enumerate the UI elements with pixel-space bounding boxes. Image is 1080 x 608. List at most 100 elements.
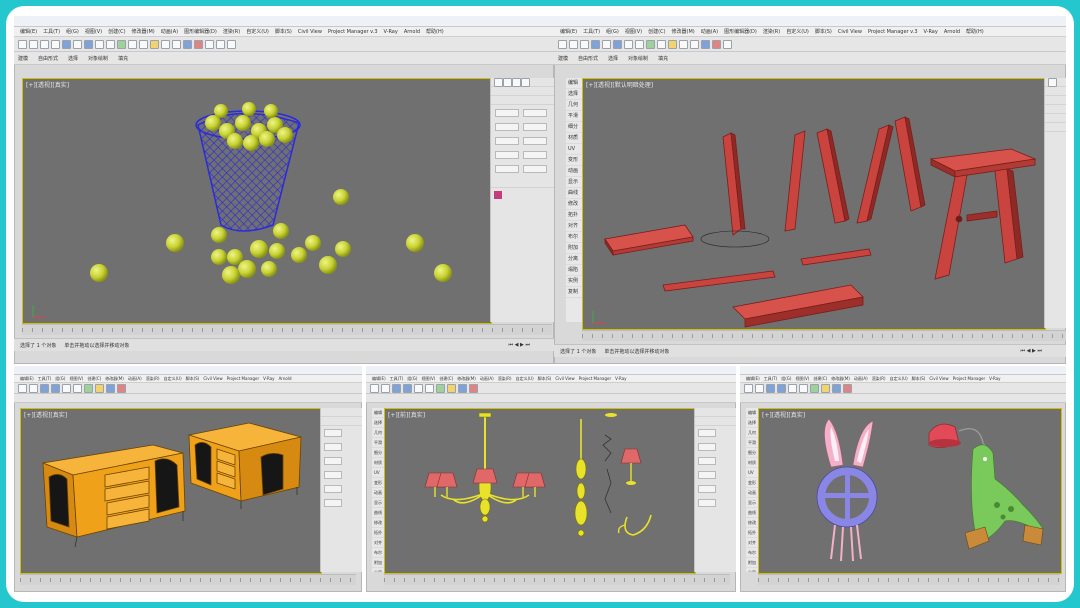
menu-item[interactable]: 帮助(H) — [426, 28, 444, 35]
menu-item[interactable]: 组(G) — [407, 376, 417, 382]
material-editor-icon[interactable] — [106, 383, 115, 393]
menu-item[interactable]: 动画(A) — [161, 28, 178, 35]
redo-icon[interactable] — [381, 383, 390, 393]
menu-item[interactable]: 动画(A) — [854, 376, 868, 382]
left-panel-item[interactable]: 附加 — [746, 558, 758, 568]
align-icon[interactable] — [679, 39, 688, 49]
ribbon-tab[interactable]: 填充 — [658, 55, 668, 62]
scale-icon[interactable] — [799, 383, 808, 393]
left-panel-item[interactable]: 对齐 — [372, 538, 384, 548]
menu-item[interactable]: 编辑(E) — [746, 376, 760, 382]
left-panel-item[interactable]: 动画 — [372, 488, 384, 498]
panel-button[interactable] — [495, 137, 519, 145]
left-panel-item[interactable]: 选择 — [372, 418, 384, 428]
viewport-perspective[interactable]: [+][透视][真实] — [758, 408, 1062, 574]
render-icon[interactable] — [723, 39, 732, 49]
snap-icon[interactable] — [646, 39, 655, 49]
left-panel-item[interactable]: 变形 — [566, 155, 582, 166]
scale-icon[interactable] — [425, 383, 434, 393]
menu-item[interactable]: 脚本(S) — [186, 376, 200, 382]
menu-item[interactable]: 编辑(E) — [20, 376, 34, 382]
menu-item[interactable]: 编辑(E) — [20, 28, 37, 35]
left-panel-item[interactable]: 拓扑 — [372, 528, 384, 538]
menu-item[interactable]: 工具(T) — [43, 28, 60, 35]
menu-item[interactable]: 动画(A) — [480, 376, 494, 382]
create-tab-icon[interactable] — [494, 78, 503, 87]
left-panel-item[interactable]: 曲线 — [746, 508, 758, 518]
panel-button[interactable] — [523, 165, 547, 173]
menu-item[interactable]: 渲染(R) — [498, 376, 512, 382]
left-panel-item[interactable]: 分离 — [372, 568, 384, 572]
ribbon-tab[interactable]: 自由形式 — [38, 55, 58, 62]
left-panel-item[interactable]: 修改 — [746, 518, 758, 528]
select-icon[interactable] — [591, 39, 600, 49]
panel-button[interactable] — [495, 165, 519, 173]
left-panel-item[interactable]: 实例 — [566, 276, 582, 287]
viewport-label[interactable]: [+][透视][真实] — [762, 410, 805, 419]
snap-icon[interactable] — [117, 39, 126, 49]
left-panel-item[interactable]: 编辑 — [372, 408, 384, 418]
select-icon[interactable] — [766, 383, 775, 393]
mirror-icon[interactable] — [668, 39, 677, 49]
menu-item[interactable]: 自定义(U) — [890, 376, 908, 382]
menu-item[interactable]: Civil View — [203, 376, 222, 381]
ribbon-tab[interactable]: 选择 — [608, 55, 618, 62]
left-panel-item[interactable]: 修改 — [372, 518, 384, 528]
motion-tab-icon[interactable] — [521, 78, 530, 87]
panel-button[interactable] — [698, 499, 716, 507]
left-panel-item[interactable]: 细分 — [372, 448, 384, 458]
time-slider[interactable] — [582, 330, 1066, 341]
menu-item[interactable]: 创建(C) — [108, 28, 125, 35]
menu-item[interactable]: 视图(V) — [795, 376, 809, 382]
left-panel-item[interactable]: 拓扑 — [746, 528, 758, 538]
link-icon[interactable] — [580, 39, 589, 49]
panel-button[interactable] — [523, 123, 547, 131]
snap-icon[interactable] — [810, 383, 819, 393]
render-icon[interactable] — [117, 383, 126, 393]
select-icon[interactable] — [392, 383, 401, 393]
left-panel-item[interactable]: 复制 — [566, 287, 582, 298]
render-frame-icon[interactable] — [205, 39, 214, 49]
panel-button[interactable] — [324, 471, 342, 479]
menu-item[interactable]: 修改器(M) — [831, 376, 850, 382]
menu-item[interactable]: Arnold — [279, 376, 292, 381]
menu-item[interactable]: 自定义(U) — [246, 28, 269, 35]
move-icon[interactable] — [613, 39, 622, 49]
menu-item[interactable]: 修改器(M) — [132, 28, 155, 35]
mirror-icon[interactable] — [150, 39, 159, 49]
render-icon[interactable] — [843, 383, 852, 393]
render-setup-icon[interactable] — [712, 39, 721, 49]
left-panel-item[interactable]: 编辑 — [746, 408, 758, 418]
material-editor-icon[interactable] — [458, 383, 467, 393]
ribbon-tab[interactable]: 选择 — [68, 55, 78, 62]
left-panel-item[interactable]: 布尔 — [746, 548, 758, 558]
menu-item[interactable]: 动画(A) — [701, 28, 718, 35]
left-panel-item[interactable]: 动画 — [746, 488, 758, 498]
move-icon[interactable] — [51, 383, 60, 393]
menu-item[interactable]: 渲染(R) — [223, 28, 240, 35]
undo-icon[interactable] — [370, 383, 379, 393]
time-slider[interactable] — [20, 574, 356, 585]
left-panel-item[interactable]: 显示 — [566, 177, 582, 188]
left-panel-item[interactable]: 修改 — [566, 199, 582, 210]
menu-item[interactable]: 工具(T) — [764, 376, 778, 382]
left-panel-item[interactable]: 布尔 — [566, 232, 582, 243]
menu-item[interactable]: Arnold — [404, 29, 420, 35]
undo-icon[interactable] — [744, 383, 753, 393]
menu-item[interactable]: 图形编辑器(D) — [724, 28, 757, 35]
menu-item[interactable]: Arnold — [944, 29, 960, 35]
panel-button[interactable] — [523, 151, 547, 159]
left-panel-item[interactable]: 细分 — [566, 122, 582, 133]
layer-icon[interactable] — [690, 39, 699, 49]
time-slider[interactable] — [384, 574, 730, 585]
left-panel-item[interactable]: 选择 — [746, 418, 758, 428]
menu-item[interactable]: 组(G) — [781, 376, 791, 382]
viewport-perspective[interactable]: [+][透视][真实] — [22, 78, 492, 324]
panel-button[interactable] — [523, 109, 547, 117]
menu-item[interactable]: 渲染(R) — [872, 376, 886, 382]
menu-item[interactable]: Civil View — [838, 29, 862, 35]
menu-item[interactable]: 自定义(U) — [786, 28, 809, 35]
ribbon-tab[interactable]: 对象绘制 — [628, 55, 648, 62]
left-panel-item[interactable]: 细分 — [746, 448, 758, 458]
menu-item[interactable]: 创建(C) — [87, 376, 101, 382]
